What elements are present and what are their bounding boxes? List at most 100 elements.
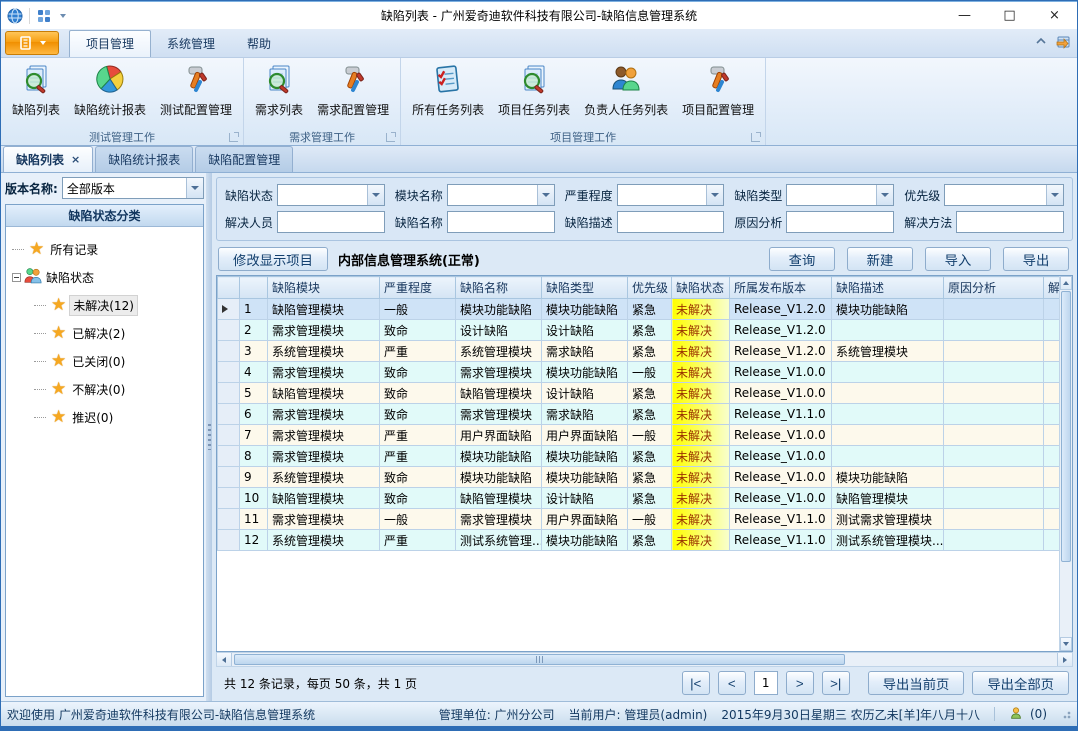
cell-缺陷描述[interactable]: 测试需求管理模块 (832, 509, 944, 530)
message-count[interactable]: (0) (1030, 707, 1047, 721)
cell-优先级[interactable]: 紧急 (628, 383, 672, 404)
tab-close-icon[interactable]: × (71, 153, 80, 166)
cell-严重程度[interactable]: 严重 (380, 425, 456, 446)
ribbon-button-2-3[interactable]: 项目配置管理 (675, 60, 761, 120)
tree-item-1[interactable]: 缺陷状态 (12, 263, 201, 291)
column-header-解决方法[interactable]: 解决方法 (1044, 277, 1060, 299)
next-page-button[interactable]: > (786, 671, 814, 695)
first-page-button[interactable]: |< (682, 671, 710, 695)
maximize-button[interactable]: □ (987, 2, 1032, 29)
filter-input-缺陷描述[interactable] (617, 211, 725, 233)
table-row[interactable]: 4需求管理模块致命需求管理模块模块功能缺陷一般未解决Release_V1.0.0 (218, 362, 1060, 383)
cell-缺陷模块[interactable]: 需求管理模块 (268, 404, 380, 425)
tree-item-2[interactable]: ★未解决(12) (12, 291, 201, 319)
ribbon-button-1-0[interactable]: 需求列表 (248, 60, 310, 120)
cell-严重程度[interactable]: 致命 (380, 488, 456, 509)
column-header-缺陷描述[interactable]: 缺陷描述 (832, 277, 944, 299)
filter-input-解决方法[interactable] (956, 211, 1064, 233)
cell-缺陷描述[interactable]: 模块功能缺陷 (832, 467, 944, 488)
ribbon-tab-2[interactable]: 帮助 (231, 31, 287, 57)
last-page-button[interactable]: >| (822, 671, 850, 695)
cell-优先级[interactable]: 一般 (628, 509, 672, 530)
prev-page-button[interactable]: < (718, 671, 746, 695)
cell-解决方法[interactable] (1044, 341, 1060, 362)
new-button[interactable]: 新建 (847, 247, 913, 271)
cell-缺陷模块[interactable]: 需求管理模块 (268, 320, 380, 341)
cell-优先级[interactable]: 一般 (628, 425, 672, 446)
cell-缺陷类型[interactable]: 设计缺陷 (542, 320, 628, 341)
cell-缺陷状态[interactable]: 未解决 (672, 425, 730, 446)
ribbon-button-2-2[interactable]: 负责人任务列表 (577, 60, 675, 120)
filter-combobox-缺陷类型[interactable] (786, 184, 894, 206)
cell-严重程度[interactable]: 致命 (380, 404, 456, 425)
filter-input-缺陷名称[interactable] (447, 211, 555, 233)
tree-collapse-icon[interactable] (12, 273, 21, 282)
cell-缺陷类型[interactable]: 设计缺陷 (542, 488, 628, 509)
cell-原因分析[interactable] (944, 509, 1044, 530)
cell-缺陷模块[interactable]: 系统管理模块 (268, 530, 380, 551)
style-selector-icon[interactable] (1055, 33, 1071, 49)
ribbon-button-0-0[interactable]: 缺陷列表 (5, 60, 67, 120)
cell-严重程度[interactable]: 严重 (380, 341, 456, 362)
cell-缺陷描述[interactable]: 模块功能缺陷 (832, 299, 944, 320)
ribbon-button-0-1[interactable]: 缺陷统计报表 (67, 60, 153, 120)
cell-优先级[interactable]: 紧急 (628, 299, 672, 320)
ribbon-button-1-1[interactable]: 需求配置管理 (310, 60, 396, 120)
cell-所属发布版本[interactable]: Release_V1.1.0 (730, 404, 832, 425)
cell-严重程度[interactable]: 严重 (380, 446, 456, 467)
cell-解决方法[interactable] (1044, 362, 1060, 383)
cell-解决方法[interactable] (1044, 488, 1060, 509)
combobox-dropdown-button[interactable] (367, 185, 384, 205)
cell-优先级[interactable]: 紧急 (628, 488, 672, 509)
cell-缺陷类型[interactable]: 用户界面缺陷 (542, 509, 628, 530)
column-header-缺陷类型[interactable]: 缺陷类型 (542, 277, 628, 299)
combobox-dropdown-button[interactable] (706, 185, 723, 205)
table-row[interactable]: 8需求管理模块严重模块功能缺陷模块功能缺陷紧急未解决Release_V1.0.0 (218, 446, 1060, 467)
cell-缺陷模块[interactable]: 系统管理模块 (268, 341, 380, 362)
cell-优先级[interactable]: 紧急 (628, 320, 672, 341)
search-button[interactable]: 查询 (769, 247, 835, 271)
cell-解决方法[interactable] (1044, 320, 1060, 341)
cell-缺陷状态[interactable]: 未解决 (672, 404, 730, 425)
cell-缺陷描述[interactable] (832, 404, 944, 425)
ribbon-tab-0[interactable]: 项目管理 (69, 30, 151, 57)
cell-所属发布版本[interactable]: Release_V1.0.0 (730, 425, 832, 446)
cell-原因分析[interactable] (944, 404, 1044, 425)
page-number-input[interactable] (754, 671, 778, 695)
cell-所属发布版本[interactable]: Release_V1.0.0 (730, 446, 832, 467)
export-current-page-button[interactable]: 导出当前页 (868, 671, 965, 695)
cell-原因分析[interactable] (944, 425, 1044, 446)
cell-所属发布版本[interactable]: Release_V1.2.0 (730, 341, 832, 362)
column-header-优先级[interactable]: 优先级 (628, 277, 672, 299)
cell-原因分析[interactable] (944, 341, 1044, 362)
table-row[interactable]: 9系统管理模块致命模块功能缺陷模块功能缺陷紧急未解决Release_V1.0.0… (218, 467, 1060, 488)
cell-缺陷描述[interactable] (832, 446, 944, 467)
version-combobox-dropdown-button[interactable] (186, 178, 203, 198)
cell-缺陷名称[interactable]: 需求管理模块 (456, 362, 542, 383)
table-row[interactable]: 2需求管理模块致命设计缺陷设计缺陷紧急未解决Release_V1.2.0 (218, 320, 1060, 341)
scroll-down-arrow-icon[interactable] (1060, 637, 1072, 651)
cell-严重程度[interactable]: 致命 (380, 467, 456, 488)
filter-combobox-严重程度[interactable] (617, 184, 725, 206)
table-row[interactable]: 5缺陷管理模块致命缺陷管理模块设计缺陷紧急未解决Release_V1.0.0 (218, 383, 1060, 404)
table-row[interactable]: 7需求管理模块严重用户界面缺陷用户界面缺陷一般未解决Release_V1.0.0 (218, 425, 1060, 446)
minimize-button[interactable]: — (942, 2, 987, 29)
cell-优先级[interactable]: 一般 (628, 362, 672, 383)
doc-tab-1[interactable]: 缺陷统计报表 (95, 146, 193, 172)
cell-严重程度[interactable]: 致命 (380, 362, 456, 383)
cell-严重程度[interactable]: 致命 (380, 320, 456, 341)
cell-缺陷名称[interactable]: 模块功能缺陷 (456, 446, 542, 467)
cell-优先级[interactable]: 紧急 (628, 341, 672, 362)
scroll-right-arrow-icon[interactable] (1057, 653, 1072, 666)
cell-原因分析[interactable] (944, 320, 1044, 341)
tree-item-4[interactable]: ★已关闭(0) (12, 347, 201, 375)
cell-缺陷类型[interactable]: 用户界面缺陷 (542, 425, 628, 446)
cell-所属发布版本[interactable]: Release_V1.1.0 (730, 509, 832, 530)
column-header-所属发布版本[interactable]: 所属发布版本 (730, 277, 832, 299)
cell-缺陷名称[interactable]: 缺陷管理模块 (456, 383, 542, 404)
cell-缺陷描述[interactable]: 缺陷管理模块 (832, 488, 944, 509)
tree-item-0[interactable]: ★所有记录 (12, 235, 201, 263)
cell-缺陷状态[interactable]: 未解决 (672, 299, 730, 320)
cell-所属发布版本[interactable]: Release_V1.0.0 (730, 467, 832, 488)
cell-缺陷状态[interactable]: 未解决 (672, 362, 730, 383)
